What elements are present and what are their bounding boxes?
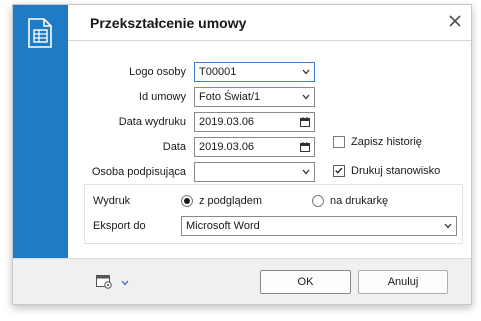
calendar-icon[interactable] bbox=[300, 142, 310, 152]
radio-printer[interactable] bbox=[312, 195, 324, 207]
drukuj-stanowisko-label: Drukuj stanowisko bbox=[351, 165, 441, 177]
settings-window-icon[interactable] bbox=[96, 275, 114, 289]
dialog-title: Przekształcenie umowy bbox=[90, 15, 247, 31]
eksport-select[interactable]: Microsoft Word bbox=[181, 216, 457, 236]
eksport-label: Eksport do bbox=[93, 220, 146, 232]
radio-preview[interactable] bbox=[181, 195, 193, 207]
logo-osoby-label: Logo osoby bbox=[129, 66, 186, 78]
data-label: Data bbox=[162, 141, 186, 153]
chevron-down-icon bbox=[302, 169, 310, 175]
cancel-button[interactable]: Anuluj bbox=[358, 270, 448, 294]
data-value: 2019.03.06 bbox=[199, 141, 255, 153]
logo-osoby-value: T00001 bbox=[199, 66, 237, 78]
eksport-value: Microsoft Word bbox=[186, 220, 260, 232]
logo-osoby-select[interactable]: T00001 bbox=[194, 62, 315, 82]
osoba-podpisujaca-select[interactable] bbox=[194, 162, 315, 182]
chevron-down-icon[interactable] bbox=[121, 280, 129, 286]
zapisz-historie-checkbox[interactable] bbox=[333, 136, 345, 148]
wydruk-label: Wydruk bbox=[93, 195, 131, 207]
data-input[interactable]: 2019.03.06 bbox=[194, 137, 315, 157]
data-wydruku-label: Data wydruku bbox=[118, 116, 186, 128]
osoba-podpisujaca-label: Osoba podpisująca bbox=[91, 166, 186, 178]
calendar-icon[interactable] bbox=[300, 117, 310, 127]
chevron-down-icon bbox=[302, 94, 310, 100]
drukuj-stanowisko-checkbox[interactable] bbox=[333, 165, 345, 177]
close-icon[interactable] bbox=[448, 14, 462, 28]
dialog-footer: OK Anuluj bbox=[13, 258, 471, 304]
data-wydruku-value: 2019.03.06 bbox=[199, 116, 255, 128]
document-table-icon bbox=[28, 18, 52, 48]
id-umowy-select[interactable]: Foto Świat/1 bbox=[194, 87, 315, 107]
radio-preview-label: z podglądem bbox=[199, 195, 262, 207]
chevron-down-icon bbox=[302, 69, 310, 75]
print-options-panel: Wydruk z podglądem na drukarkę Eksport d… bbox=[84, 184, 463, 244]
ok-button[interactable]: OK bbox=[260, 270, 351, 294]
title-divider bbox=[68, 40, 471, 41]
radio-printer-label: na drukarkę bbox=[330, 195, 389, 207]
data-wydruku-input[interactable]: 2019.03.06 bbox=[194, 112, 315, 132]
id-umowy-value: Foto Świat/1 bbox=[199, 91, 261, 103]
checkmark-icon bbox=[335, 167, 343, 174]
dialog-window: Przekształcenie umowy Logo osoby T00001 … bbox=[12, 4, 472, 305]
id-umowy-label: Id umowy bbox=[138, 91, 186, 103]
zapisz-historie-label: Zapisz historię bbox=[351, 136, 422, 148]
chevron-down-icon bbox=[444, 223, 452, 229]
